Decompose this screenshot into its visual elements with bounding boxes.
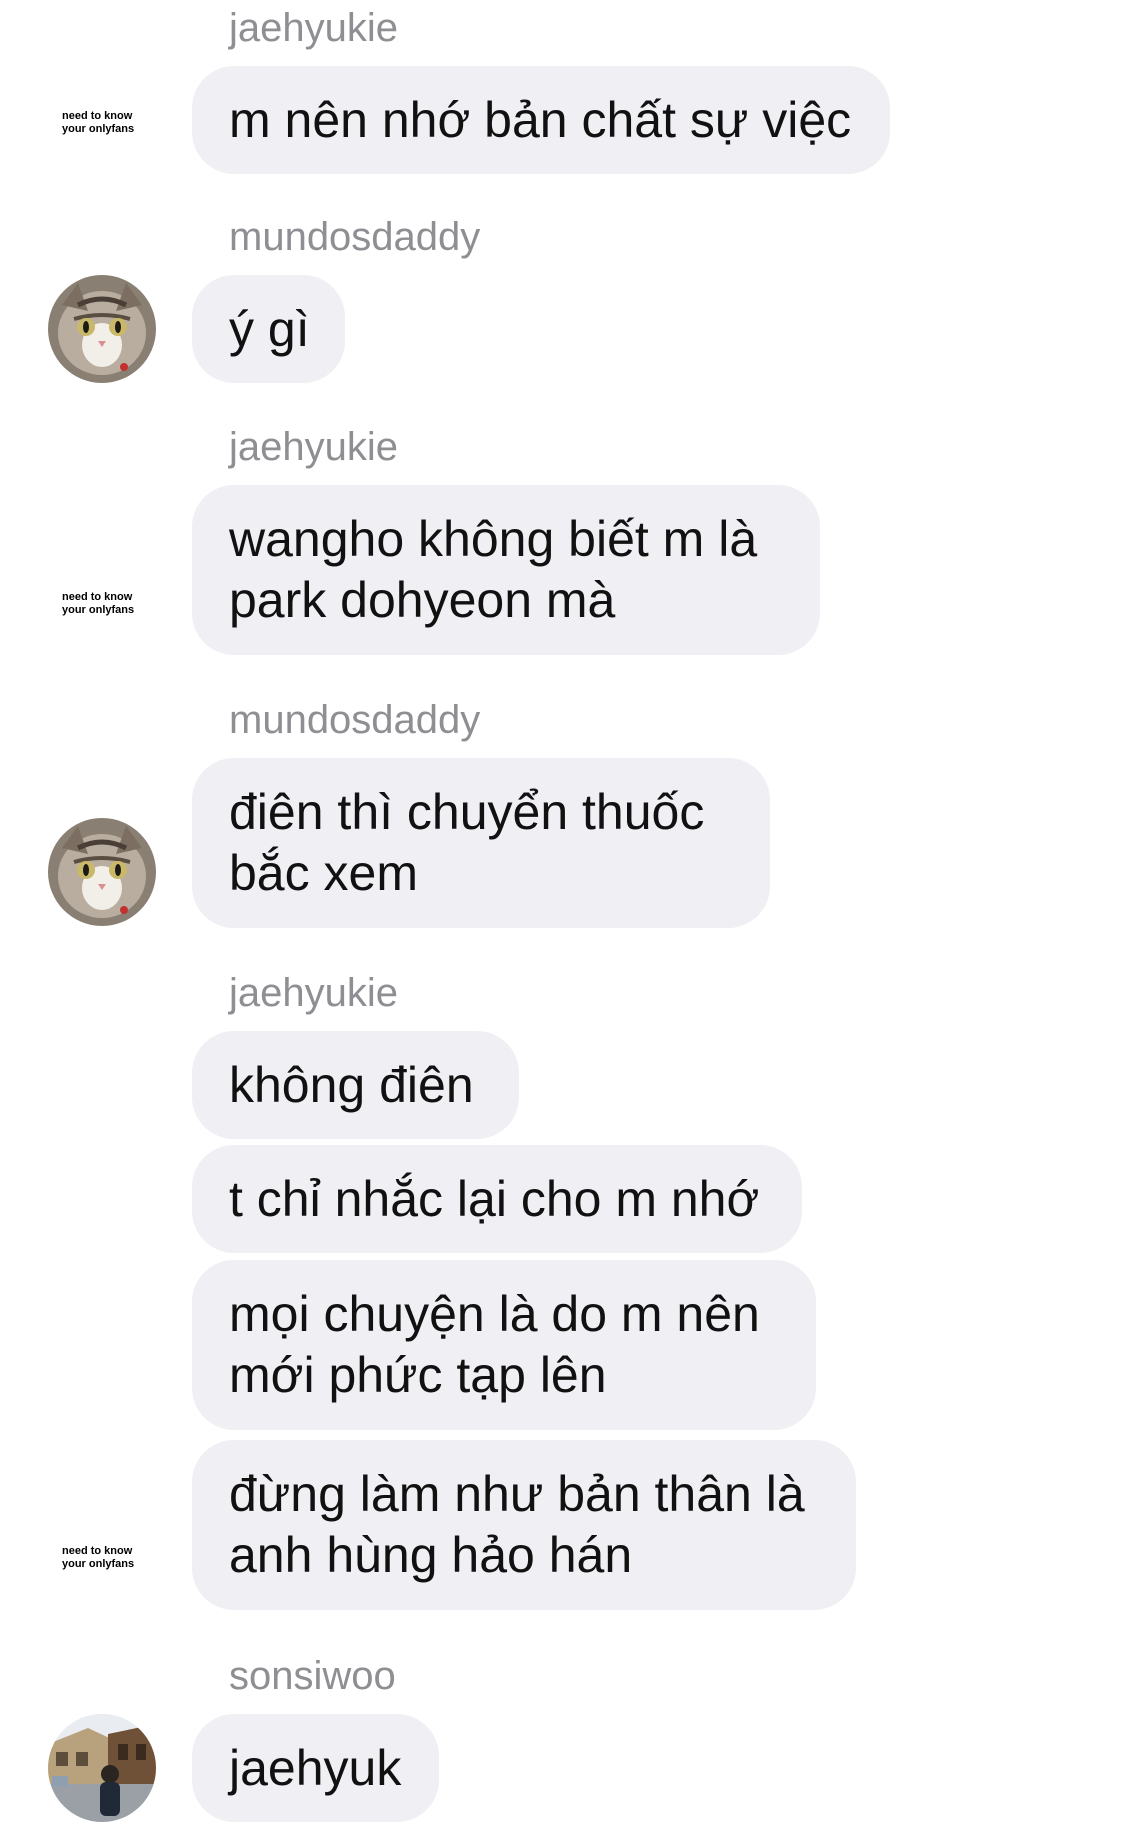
sender-name: jaehyukie [229,971,399,1015]
avatar-mundosdaddy[interactable] [48,275,156,383]
message-bubble[interactable]: không điên [192,1031,519,1139]
cat-photo-icon [48,818,156,926]
message-bubble[interactable]: jaehyuk [192,1714,439,1822]
sender-name: mundosdaddy [229,215,481,259]
avatar-jaehyukie[interactable]: need to know your onlyfans [62,110,146,136]
message-bubble[interactable]: t chỉ nhắc lại cho m nhớ [192,1145,802,1253]
street-photo-icon [48,1714,156,1822]
sender-name: jaehyukie [229,6,399,50]
message-bubble[interactable]: mọi chuyện là do m nên mới phức tạp lên [192,1260,816,1430]
sender-name: jaehyukie [229,425,399,469]
avatar-jaehyukie[interactable]: need to know your onlyfans [62,1545,146,1571]
avatar-sonsiwoo[interactable] [48,1714,156,1822]
message-bubble[interactable]: điên thì chuyển thuốc bắc xem [192,758,770,928]
sender-name: sonsiwoo [229,1654,396,1698]
message-bubble[interactable]: wangho không biết m là park dohyeon mà [192,485,820,655]
sender-name: mundosdaddy [229,698,481,742]
bottom-fade [0,1823,1125,1835]
chat-thread[interactable]: jaehyukie mundosdaddy jaehyukie mundosda… [0,0,1125,1835]
message-bubble[interactable]: đừng làm như bản thân là anh hùng hảo há… [192,1440,856,1610]
message-bubble[interactable]: ý gì [192,275,345,383]
message-bubble[interactable]: m nên nhớ bản chất sự việc [192,66,890,174]
avatar-mundosdaddy[interactable] [48,818,156,926]
cat-photo-icon [48,275,156,383]
avatar-jaehyukie[interactable]: need to know your onlyfans [62,591,146,617]
